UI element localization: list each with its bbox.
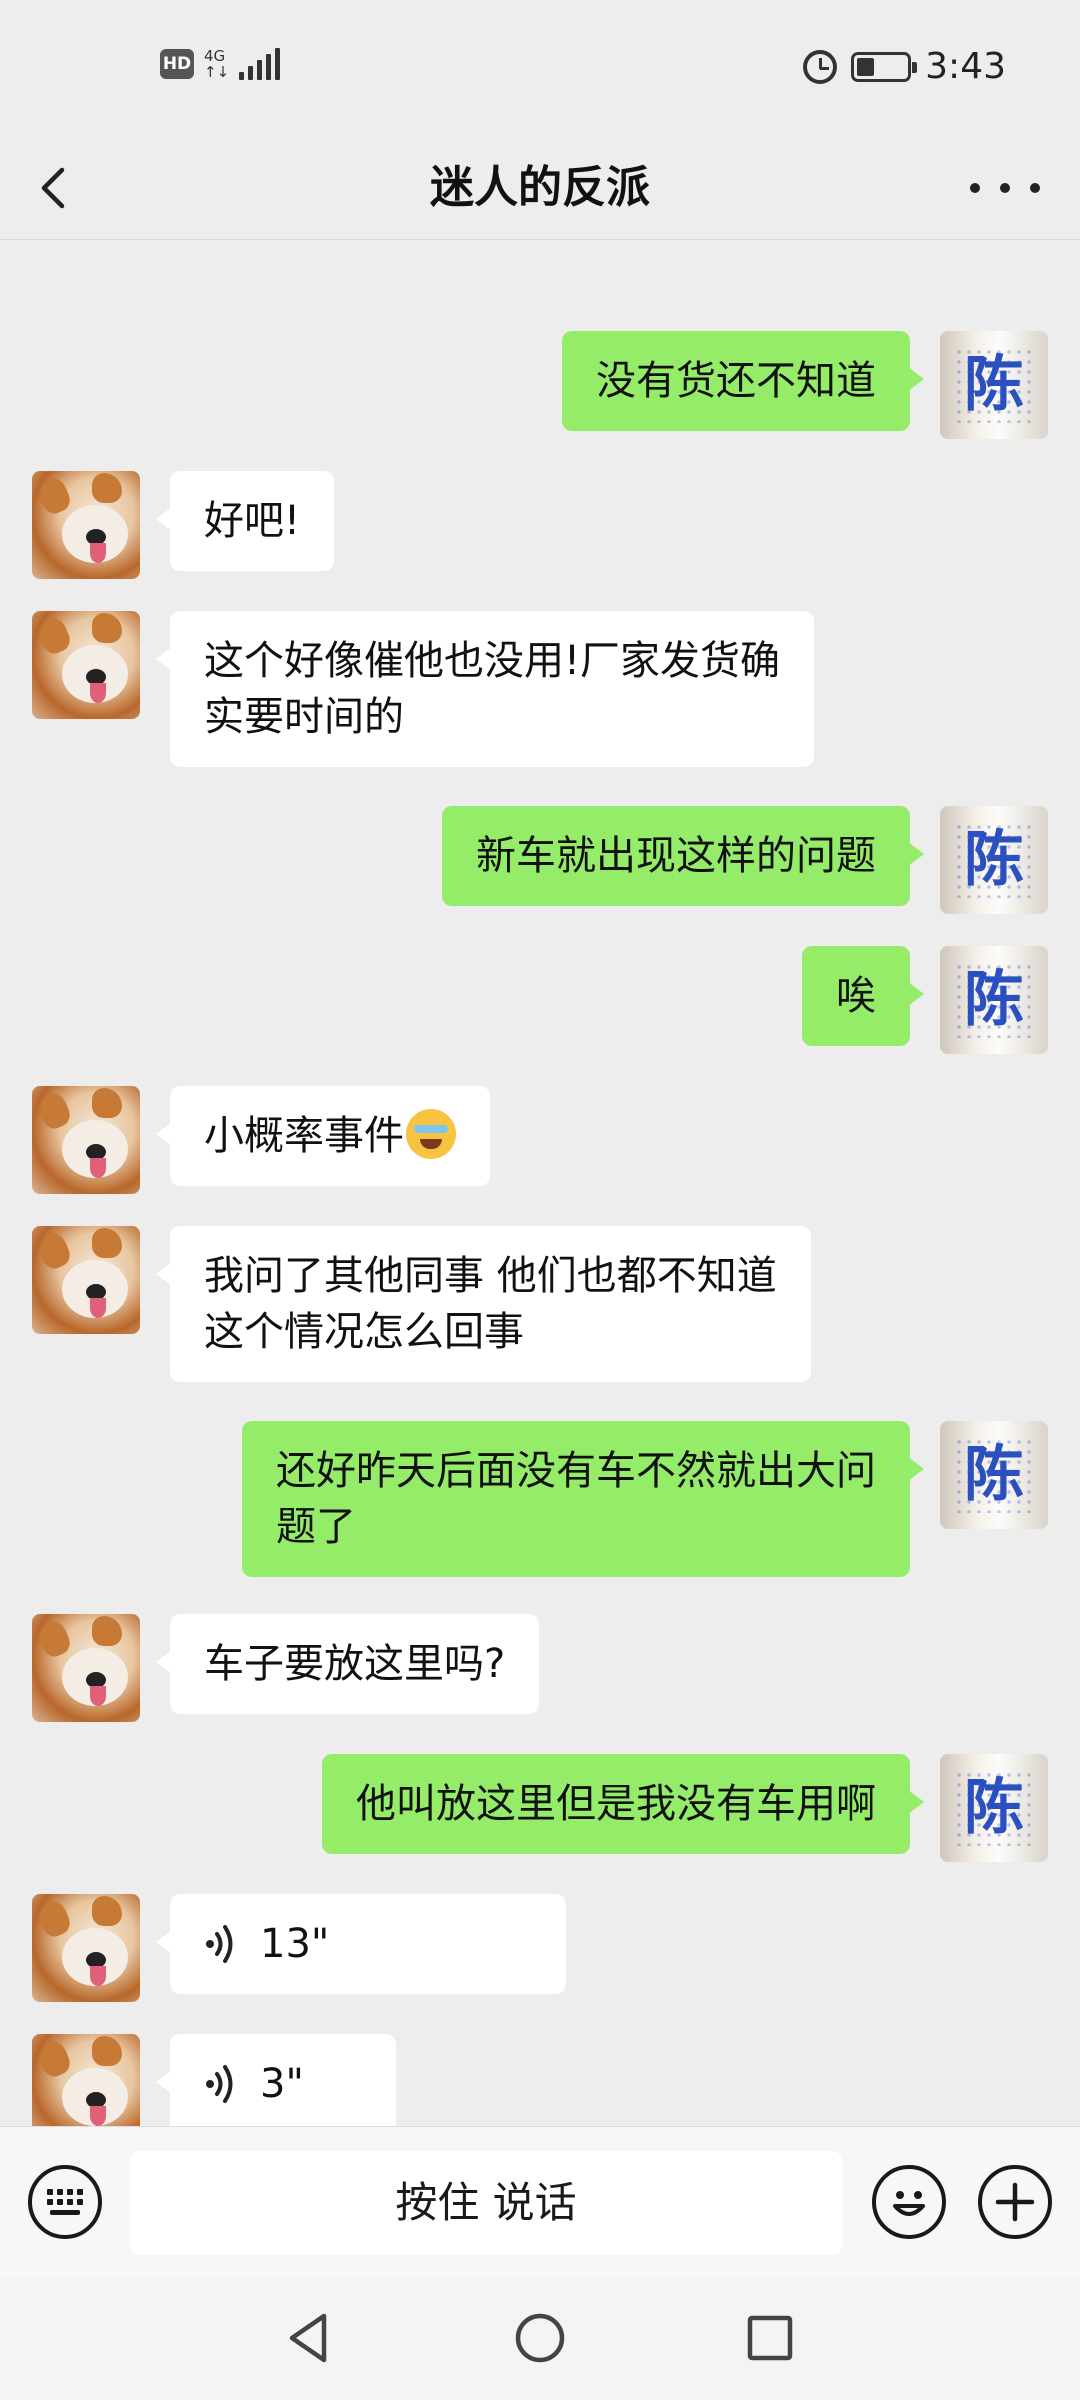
voice-duration: 13" — [260, 1921, 330, 1967]
message-text: 他叫放这里但是我没有车用啊 — [356, 1781, 876, 1827]
message-text: 小概率事件 — [204, 1113, 404, 1159]
more-dots-icon — [970, 183, 980, 193]
hold-to-talk-button[interactable]: 按住 说话 — [130, 2151, 842, 2255]
nav-back-icon[interactable] — [280, 2308, 340, 2368]
message-text: 车子要放这里吗? — [204, 1641, 506, 1687]
message-bubble[interactable]: 没有货还不知道 — [562, 331, 924, 431]
status-bar: HD 4G ↑↓ 3:43 — [0, 0, 1080, 136]
voice-duration: 3" — [260, 2061, 304, 2107]
more-button[interactable] — [970, 166, 1040, 210]
message-row: 陈 没有货还不知道 — [0, 331, 1080, 439]
my-avatar[interactable]: 陈 — [940, 1421, 1048, 1529]
message-row: 3" — [0, 2034, 1080, 2126]
voice-message-bubble[interactable]: 13" — [156, 1894, 566, 1994]
message-text: 还好昨天后面没有车不然就出大问 题了 — [276, 1448, 876, 1550]
message-row: 陈 新车就出现这样的问题 — [0, 806, 1080, 914]
battery-icon — [851, 51, 918, 82]
my-avatar[interactable]: 陈 — [940, 331, 1048, 439]
message-row: 陈 他叫放这里但是我没有车用啊 — [0, 1754, 1080, 1862]
chevron-left-icon — [41, 167, 65, 209]
message-row: 陈还好昨天后面没有车不然就出大问 题了 — [0, 1421, 1080, 1583]
message-bubble[interactable]: 新车就出现这样的问题 — [442, 806, 924, 906]
nav-recent-icon[interactable] — [740, 2308, 800, 2368]
chat-message-list[interactable]: 陈他们说要去有货的话是一个星期陈没有货还不知道好吧!这个好像催他也没用!厂家发货… — [0, 241, 1080, 2126]
contact-avatar[interactable] — [32, 2034, 140, 2126]
status-left: HD 4G ↑↓ — [160, 48, 281, 80]
message-bubble[interactable]: 车子要放这里吗? — [155, 1614, 540, 1714]
emoji-button[interactable] — [872, 2165, 946, 2239]
status-time: 3:43 — [925, 46, 1006, 87]
my-avatar[interactable]: 陈 — [940, 1754, 1048, 1862]
message-row: 好吧! — [0, 471, 1080, 579]
message-row: 我问了其他同事 他们也都不知道 这个情况怎么回事 — [0, 1226, 1080, 1388]
network-sub: ↑↓ — [204, 63, 230, 81]
message-bubble[interactable]: 唉 — [802, 946, 924, 1046]
message-bubble[interactable]: 这个好像催他也没用!厂家发货确 实要时间的 — [155, 611, 815, 767]
message-bubble[interactable]: 他叫放这里但是我没有车用啊 — [322, 1754, 924, 1854]
signal-icon — [239, 48, 281, 80]
message-bubble[interactable]: 好吧! — [155, 471, 335, 571]
message-row: 小概率事件 — [0, 1086, 1080, 1194]
hd-badge: HD — [160, 49, 194, 79]
message-bubble[interactable]: 小概率事件 — [156, 1086, 490, 1186]
message-row: 车子要放这里吗? — [0, 1614, 1080, 1722]
message-text: 我问了其他同事 他们也都不知道 这个情况怎么回事 — [204, 1253, 777, 1355]
message-row: 这个好像催他也没用!厂家发货确 实要时间的 — [0, 611, 1080, 773]
contact-avatar[interactable] — [32, 1614, 140, 1722]
message-bubble[interactable]: 还好昨天后面没有车不然就出大问 题了 — [242, 1421, 924, 1577]
network-type: 4G — [204, 47, 226, 65]
contact-avatar[interactable] — [32, 1894, 140, 2002]
contact-avatar[interactable] — [32, 471, 140, 579]
keyboard-button[interactable] — [28, 2165, 102, 2239]
plus-icon — [995, 2182, 1035, 2222]
contact-avatar[interactable] — [32, 1086, 140, 1194]
chat-title: 迷人的反派 — [430, 162, 650, 213]
message-bubble[interactable]: 我问了其他同事 他们也都不知道 这个情况怎么回事 — [156, 1226, 811, 1382]
chat-header: 迷人的反派 — [0, 136, 1080, 240]
contact-avatar[interactable] — [32, 1226, 140, 1334]
message-text: 这个好像催他也没用!厂家发货确 实要时间的 — [204, 638, 781, 740]
alarm-icon — [803, 49, 838, 84]
laughing-crying-emoji-icon — [406, 1109, 456, 1159]
message-row: 13" — [0, 1894, 1080, 2002]
my-avatar[interactable]: 陈 — [940, 946, 1048, 1054]
my-avatar[interactable]: 陈 — [940, 806, 1048, 914]
network-indicator: 4G ↑↓ — [204, 48, 229, 80]
system-nav-bar — [0, 2278, 1080, 2400]
plus-button[interactable] — [978, 2165, 1052, 2239]
voice-message-bubble[interactable]: 3" — [156, 2034, 396, 2126]
keyboard-icon — [47, 2189, 83, 2215]
battery-fill — [857, 57, 875, 76]
message-text: 没有货还不知道 — [596, 358, 876, 404]
voice-wave-icon — [206, 2065, 233, 2103]
voice-wave-icon — [206, 1925, 233, 1963]
emoji-icon — [893, 2191, 925, 2216]
message-row: 陈唉 — [0, 946, 1080, 1054]
contact-avatar[interactable] — [32, 611, 140, 719]
status-right: 3:43 — [803, 46, 1006, 87]
message-text: 好吧! — [204, 498, 301, 544]
input-bar: 按住 说话 — [0, 2126, 1080, 2278]
nav-home-icon[interactable] — [510, 2308, 570, 2368]
message-text: 唉 — [836, 973, 876, 1019]
message-text: 新车就出现这样的问题 — [476, 833, 876, 879]
back-button[interactable] — [26, 158, 86, 218]
